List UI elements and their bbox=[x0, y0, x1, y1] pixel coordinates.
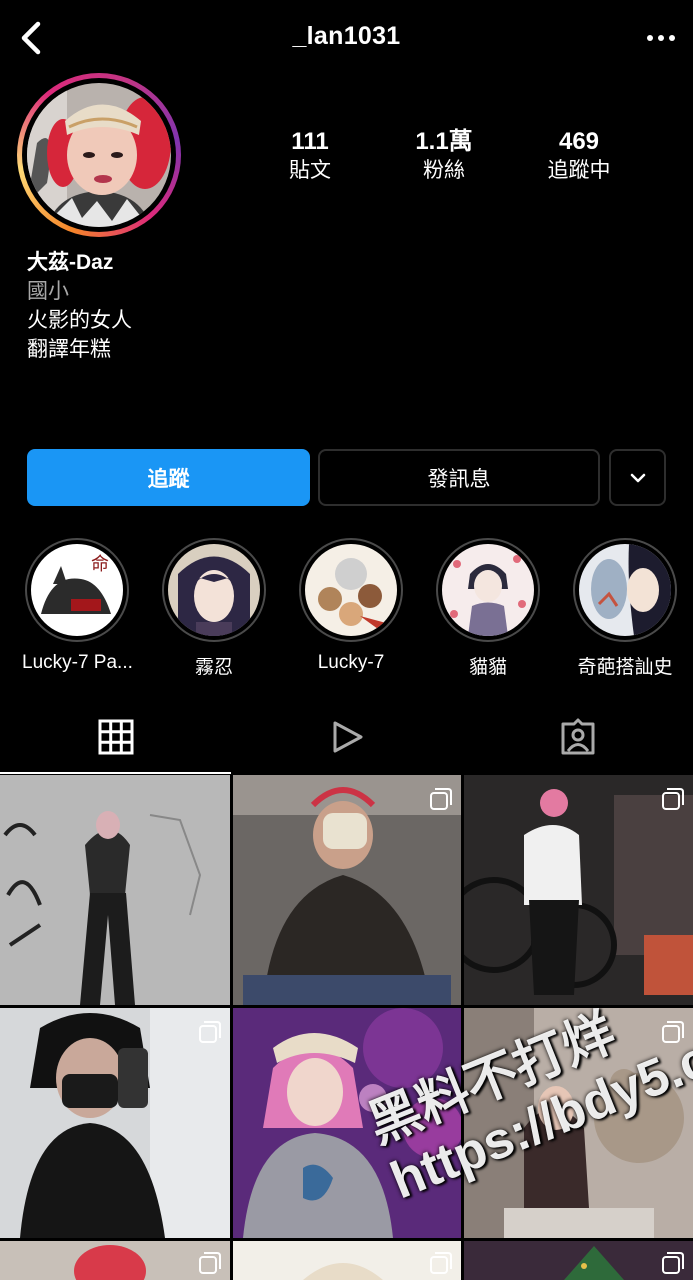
following-count-value: 469 bbox=[558, 128, 600, 155]
highlight-label: 貓貓 bbox=[468, 657, 507, 678]
post-thumbnail[interactable] bbox=[0, 1008, 230, 1238]
highlight-item[interactable]: 命 Lucky-7 Pa... bbox=[22, 538, 133, 674]
followers-count-value: 1.1萬 bbox=[415, 128, 473, 155]
highlight-label: Lucky-7 bbox=[317, 652, 385, 673]
bio-line: 翻譯年糕 bbox=[27, 338, 111, 361]
bio-line: 火影的女人 bbox=[27, 309, 132, 332]
message-button[interactable]: 發訊息 bbox=[318, 449, 600, 506]
post-thumbnail[interactable] bbox=[233, 775, 461, 1005]
profile-username: _lan1031 bbox=[292, 22, 401, 50]
followers-count-label: 粉絲 bbox=[423, 159, 465, 182]
ellipsis-icon bbox=[647, 35, 675, 41]
multiple-posts-icon bbox=[430, 788, 452, 810]
tagged-person-icon bbox=[561, 718, 594, 755]
multiple-posts-icon bbox=[430, 1252, 452, 1274]
tab-reels[interactable] bbox=[231, 700, 462, 774]
followers-count[interactable]: 1.1萬 粉絲 bbox=[389, 128, 499, 186]
highlight-item[interactable]: 奇葩搭訕史 bbox=[570, 538, 680, 679]
posts-count[interactable]: 111 貼文 bbox=[255, 128, 365, 186]
post-thumbnail[interactable] bbox=[464, 775, 693, 1005]
highlight-item[interactable]: Lucky-7 bbox=[296, 538, 406, 674]
chevron-down-icon bbox=[630, 473, 645, 482]
top-bar: _lan1031 bbox=[0, 0, 693, 76]
highlight-item[interactable]: 霧忍 bbox=[159, 538, 269, 679]
highlight-label: 奇葩搭訕史 bbox=[577, 657, 673, 678]
following-count-label: 追蹤中 bbox=[547, 159, 611, 182]
profile-bio: 大茲-Daz 國小 火影的女人 翻譯年糕 bbox=[27, 248, 132, 364]
posts-count-label: 貼文 bbox=[289, 159, 331, 182]
following-count[interactable]: 469 追蹤中 bbox=[524, 128, 634, 186]
tab-posts-grid[interactable] bbox=[0, 700, 231, 774]
multiple-posts-icon bbox=[662, 788, 684, 810]
highlight-item[interactable]: 貓貓 bbox=[433, 538, 543, 679]
avatar-story-ring[interactable] bbox=[17, 73, 181, 237]
profile-tabs bbox=[0, 700, 693, 774]
highlight-cover bbox=[168, 544, 260, 636]
active-tab-indicator bbox=[0, 772, 231, 774]
tab-tagged[interactable] bbox=[462, 700, 693, 774]
highlight-cover bbox=[305, 544, 397, 636]
multiple-posts-icon bbox=[199, 1252, 221, 1274]
reels-play-icon bbox=[333, 721, 362, 753]
suggested-dropdown-button[interactable] bbox=[609, 449, 666, 506]
post-thumbnail[interactable] bbox=[233, 1241, 461, 1280]
highlight-cover: 命 bbox=[31, 544, 123, 636]
profile-category: 國小 bbox=[27, 280, 69, 303]
grid-icon bbox=[98, 719, 133, 755]
multiple-posts-icon bbox=[199, 1021, 221, 1043]
more-options-button[interactable] bbox=[633, 18, 683, 58]
multiple-posts-icon bbox=[662, 1252, 684, 1274]
highlight-cover bbox=[579, 544, 671, 636]
posts-count-value: 111 bbox=[291, 128, 329, 155]
follow-button[interactable]: 追蹤 bbox=[27, 449, 310, 506]
post-thumbnail[interactable] bbox=[464, 1241, 693, 1280]
highlight-label: Lucky-7 Pa... bbox=[22, 652, 133, 673]
post-thumbnail[interactable] bbox=[0, 1241, 230, 1280]
svg-text:命: 命 bbox=[91, 554, 109, 575]
highlight-cover bbox=[442, 544, 534, 636]
highlight-label: 霧忍 bbox=[194, 657, 233, 678]
avatar bbox=[27, 83, 171, 227]
post-thumbnail[interactable] bbox=[0, 775, 230, 1005]
display-name: 大茲-Daz bbox=[27, 251, 114, 274]
